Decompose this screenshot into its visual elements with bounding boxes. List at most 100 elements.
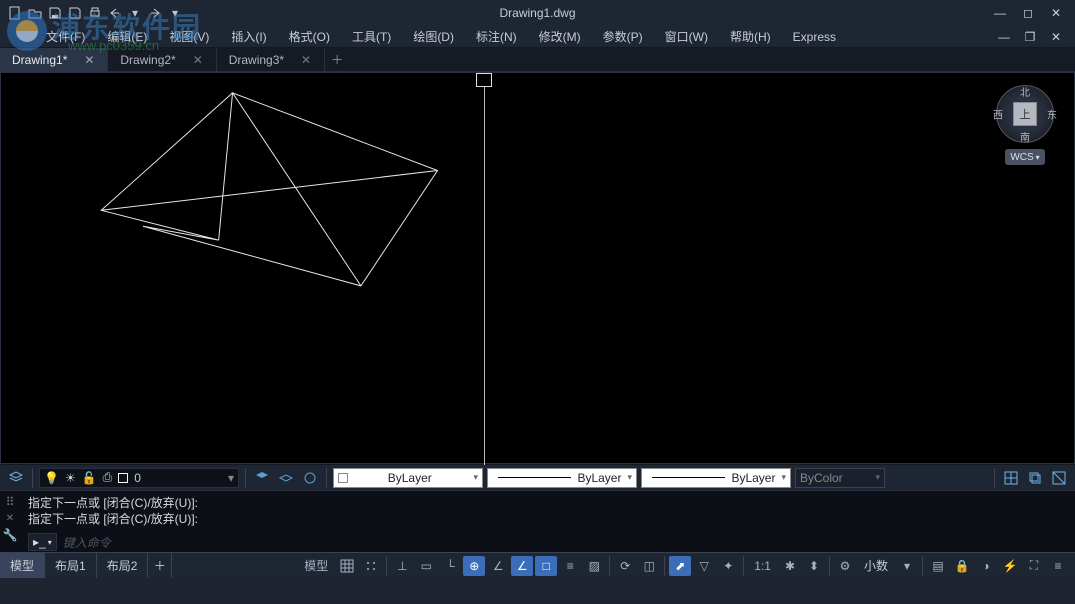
lineweight-combo[interactable]: ByLayer ▾ <box>641 468 791 488</box>
menu-dimension[interactable]: 标注(N) <box>466 26 527 47</box>
grid-display-button[interactable] <box>336 556 358 576</box>
menu-draw[interactable]: 绘图(D) <box>403 26 464 47</box>
viewcube-west[interactable]: 西 <box>993 107 1003 122</box>
menu-view[interactable]: 视图(V) <box>159 26 219 47</box>
menu-modify[interactable]: 修改(M) <box>529 26 591 47</box>
drawing-canvas[interactable]: 上 北 南 西 东 WCS▾ <box>0 72 1075 464</box>
layer-states-icon[interactable] <box>252 468 272 488</box>
workspace-switch-button[interactable]: ⚙ <box>834 556 856 576</box>
add-tab-button[interactable]: ＋ <box>325 51 349 68</box>
layer-isolate-icon[interactable] <box>300 468 320 488</box>
units-label[interactable]: 小数 <box>858 557 894 574</box>
layout-tab-layout1[interactable]: 布局1 <box>45 553 97 578</box>
3dosnap-button[interactable]: ◫ <box>638 556 660 576</box>
clean-screen-button[interactable]: ⛶ <box>1023 556 1045 576</box>
properties-toolbar: 💡 ☀ 🔓 ⎙ 0 ▾ ByLayer ▾ ByLayer ▾ ByLayer … <box>0 464 1075 490</box>
selection-cycle-button[interactable]: ⟳ <box>614 556 636 576</box>
tab-drawing2[interactable]: Drawing2* ✕ <box>108 48 216 72</box>
annotation-visibility-button[interactable]: ✱ <box>779 556 801 576</box>
wcs-badge[interactable]: WCS▾ <box>1005 149 1045 165</box>
annotation-scale-button[interactable]: 1:1 <box>748 556 777 576</box>
osnap-tracking-button[interactable]: ∠ <box>511 556 533 576</box>
viewcube-east[interactable]: 东 <box>1047 107 1057 122</box>
minimize-button[interactable]: — <box>991 4 1009 22</box>
viewcube-ring[interactable]: 上 北 南 西 东 <box>996 85 1054 143</box>
menu-insert[interactable]: 插入(I) <box>221 26 276 47</box>
command-grip-icon[interactable]: ⠿ <box>6 495 15 509</box>
close-icon[interactable]: ✕ <box>83 54 95 66</box>
layer-properties-icon[interactable] <box>6 468 26 488</box>
layer-combo[interactable]: 💡 ☀ 🔓 ⎙ 0 ▾ <box>39 468 239 488</box>
layer-name: 0 <box>134 471 141 485</box>
mdi-close-button[interactable]: ✕ <box>1047 28 1065 46</box>
command-input-row[interactable]: ▸_▾ 键入命令 <box>28 533 1067 551</box>
gizmo-button[interactable]: ✦ <box>717 556 739 576</box>
menu-express[interactable]: Express <box>783 28 846 46</box>
autoscale-button[interactable]: ⬍ <box>803 556 825 576</box>
selection-filter-button[interactable]: ▽ <box>693 556 715 576</box>
lock-ui-button[interactable]: 🔒 <box>951 556 973 576</box>
menu-format[interactable]: 格式(O) <box>279 26 340 47</box>
divider <box>609 556 610 576</box>
mdi-minimize-button[interactable]: — <box>995 28 1013 46</box>
linetype-combo[interactable]: ByLayer ▾ <box>487 468 637 488</box>
menu-parametric[interactable]: 参数(P) <box>593 26 653 47</box>
crosshair-vertical <box>484 87 485 465</box>
divider <box>245 468 246 488</box>
viewcube-top-face[interactable]: 上 <box>1013 102 1037 126</box>
snap-mode-button[interactable] <box>360 556 382 576</box>
menu-help[interactable]: 帮助(H) <box>720 26 781 47</box>
lineweight-display-button[interactable]: ≡ <box>559 556 581 576</box>
close-button[interactable]: ✕ <box>1047 4 1065 22</box>
crosshair-pickbox <box>476 73 492 87</box>
undo-icon[interactable] <box>106 4 124 22</box>
viewcube[interactable]: 上 北 南 西 东 WCS▾ <box>990 85 1060 165</box>
hardware-accel-button[interactable]: ⚡ <box>999 556 1021 576</box>
infer-constraints-button[interactable]: ⊥ <box>391 556 413 576</box>
command-panel: ⠿ ✕ 🔧 指定下一点或 [闭合(C)/放弃(U)]: 指定下一点或 [闭合(C… <box>0 490 1075 552</box>
transparency-icon[interactable] <box>1049 468 1069 488</box>
layout-tab-model[interactable]: 模型 <box>0 553 45 578</box>
viewcube-south[interactable]: 南 <box>1020 129 1030 144</box>
transparency-button[interactable]: ▨ <box>583 556 605 576</box>
selection-cycling-icon[interactable] <box>1025 468 1045 488</box>
menu-window[interactable]: 窗口(W) <box>655 26 718 47</box>
menu-tools[interactable]: 工具(T) <box>342 26 401 47</box>
maximize-button[interactable]: ◻ <box>1019 4 1037 22</box>
color-combo[interactable]: ByLayer ▾ <box>333 468 483 488</box>
wrench-icon[interactable]: 🔧 <box>3 528 18 542</box>
isometric-button[interactable]: ∠ <box>487 556 509 576</box>
model-space-button[interactable]: 模型 <box>298 556 334 576</box>
osnap-button[interactable]: □ <box>535 556 557 576</box>
close-icon[interactable]: ✕ <box>192 54 204 66</box>
layout-tab-layout2[interactable]: 布局2 <box>97 553 149 578</box>
menu-edit[interactable]: 编辑(E) <box>97 26 157 47</box>
customization-button[interactable]: ≡ <box>1047 556 1069 576</box>
command-prompt-icon[interactable]: ▸_▾ <box>28 533 57 551</box>
close-icon[interactable]: ✕ <box>300 54 312 66</box>
polar-tracking-button[interactable]: ⊕ <box>463 556 485 576</box>
save-as-icon[interactable] <box>66 4 84 22</box>
isolate-objects-button[interactable]: ◑ <box>975 556 997 576</box>
qa-more-icon[interactable]: ▾ <box>166 4 184 22</box>
bulb-icon: 💡 <box>44 471 59 485</box>
viewcube-north[interactable]: 北 <box>1020 84 1030 99</box>
layer-previous-icon[interactable] <box>276 468 296 488</box>
command-close-icon[interactable]: ✕ <box>6 513 14 524</box>
quick-properties-button[interactable]: ▤ <box>927 556 949 576</box>
dynamic-input-button[interactable]: ▭ <box>415 556 437 576</box>
command-body: 指定下一点或 [闭合(C)/放弃(U)]: 指定下一点或 [闭合(C)/放弃(U… <box>20 491 1075 552</box>
dynamic-ucs-button[interactable]: ⬈ <box>669 556 691 576</box>
qa-dropdown-icon[interactable]: ▾ <box>126 4 144 22</box>
divider <box>829 556 830 576</box>
plotstyle-combo[interactable]: ByColor ▾ <box>795 468 885 488</box>
redo-icon[interactable] <box>146 4 164 22</box>
ortho-button[interactable]: └ <box>439 556 461 576</box>
tab-drawing3[interactable]: Drawing3* ✕ <box>217 48 325 72</box>
chevron-down-icon: ▾ <box>473 472 478 483</box>
grid-icon[interactable] <box>1001 468 1021 488</box>
print-icon[interactable] <box>86 4 104 22</box>
units-dropdown-icon[interactable]: ▾ <box>896 556 918 576</box>
layout-tab-add[interactable]: ＋ <box>148 553 172 578</box>
mdi-restore-button[interactable]: ❐ <box>1021 28 1039 46</box>
